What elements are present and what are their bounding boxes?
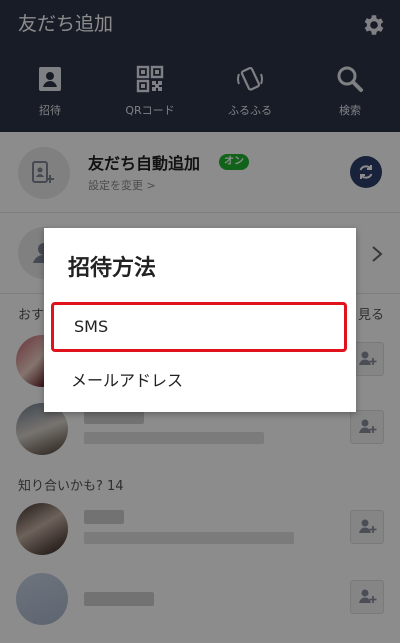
dialog-title: 招待方法 bbox=[68, 256, 157, 281]
sms-option[interactable]: SMS bbox=[51, 302, 347, 352]
email-option[interactable]: メールアドレス bbox=[51, 356, 347, 406]
invite-method-dialog: 招待方法 SMS メールアドレス bbox=[44, 228, 356, 412]
app-root: 友だち追加 招待 QRコード ふるふる 検索 友だち自動追加 オン 設定を変更 … bbox=[0, 0, 400, 643]
